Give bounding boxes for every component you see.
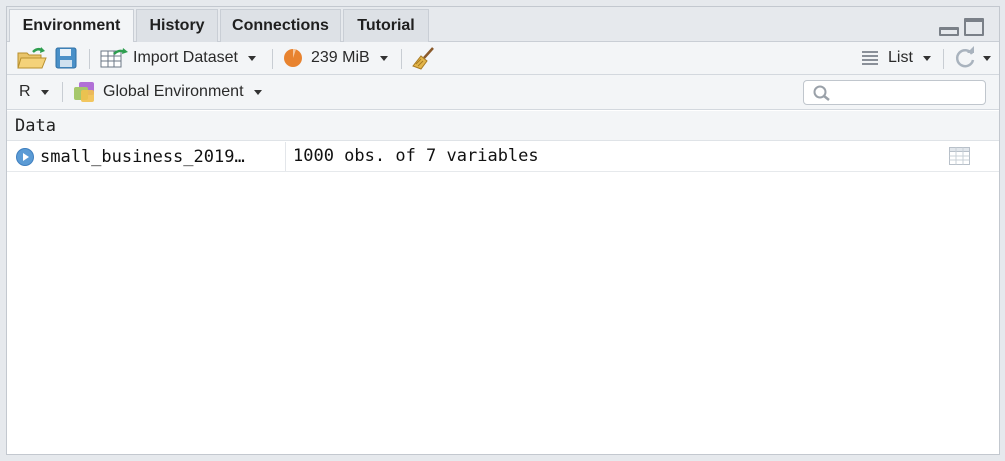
chevron-down-icon	[379, 55, 388, 61]
table-row[interactable]: small_business_2019… 1000 obs. of 7 vari…	[7, 142, 999, 172]
language-label: R	[19, 83, 31, 100]
tab-tutorial[interactable]: Tutorial	[343, 9, 429, 42]
language-selector[interactable]: R	[19, 75, 49, 109]
chevron-down-icon	[40, 89, 49, 95]
refresh-button[interactable]	[953, 42, 991, 74]
refresh-icon	[955, 46, 975, 68]
environment-selector[interactable]: Global Environment	[73, 75, 262, 109]
load-workspace-button[interactable]	[16, 42, 48, 74]
list-icon	[862, 51, 878, 65]
chevron-down-icon	[983, 55, 991, 61]
toolbar-separator	[89, 49, 90, 69]
import-dataset-button[interactable]: Import Dataset	[100, 42, 256, 74]
search-icon	[813, 85, 830, 101]
import-dataset-label: Import Dataset	[133, 49, 238, 66]
save-workspace-button[interactable]	[55, 42, 77, 74]
maximize-icon[interactable]	[964, 18, 984, 36]
window-controls	[939, 16, 989, 38]
tab-history[interactable]: History	[136, 9, 218, 42]
toolbar-separator	[943, 49, 944, 69]
memory-pie-icon	[284, 48, 302, 67]
environment-toolbar: Import Dataset 239 MiB List	[7, 42, 999, 75]
environment-pane: Environment History Connections Tutorial	[6, 6, 1000, 455]
tab-environment[interactable]: Environment	[9, 9, 134, 43]
environment-selector-bar: R Global Environment	[7, 75, 999, 110]
expand-icon[interactable]	[16, 147, 34, 166]
view-mode-label: List	[888, 49, 913, 66]
import-table-icon	[100, 48, 128, 68]
broom-icon	[412, 47, 434, 70]
chevron-down-icon	[922, 55, 931, 61]
environment-icon	[74, 82, 94, 102]
clear-workspace-button[interactable]	[412, 42, 436, 74]
view-data-icon[interactable]	[949, 147, 970, 165]
chevron-down-icon	[247, 55, 256, 61]
memory-usage-label: 239 MiB	[311, 49, 370, 66]
open-folder-icon	[17, 47, 47, 69]
minimize-icon[interactable]	[939, 27, 959, 36]
view-mode-button[interactable]: List	[861, 42, 931, 74]
environment-label: Global Environment	[103, 83, 244, 100]
toolbar-separator	[62, 82, 63, 102]
chevron-down-icon	[253, 89, 262, 95]
object-name: small_business_2019…	[40, 146, 245, 167]
toolbar-separator	[272, 49, 273, 69]
memory-usage-button[interactable]: 239 MiB	[283, 42, 388, 74]
tab-bar: Environment History Connections Tutorial	[7, 7, 999, 43]
search-input[interactable]	[803, 80, 986, 105]
section-header-data: Data	[7, 111, 999, 141]
object-value: 1000 obs. of 7 variables	[293, 146, 539, 166]
toolbar-separator	[401, 49, 402, 69]
tab-connections[interactable]: Connections	[220, 9, 341, 42]
object-name-cell: small_business_2019…	[7, 142, 286, 171]
save-icon	[55, 47, 77, 69]
